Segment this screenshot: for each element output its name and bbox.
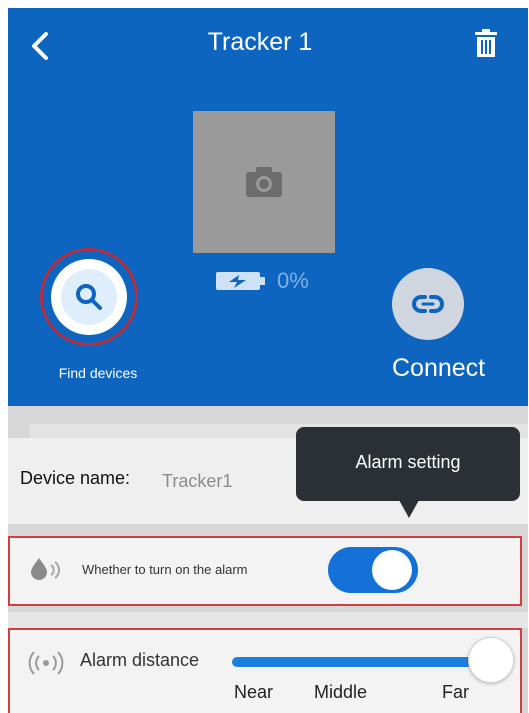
device-name-value[interactable]: Tracker1 bbox=[162, 471, 232, 492]
alarm-distance-row: Alarm distance Near Middle Far bbox=[8, 628, 522, 713]
find-devices-button[interactable] bbox=[40, 248, 154, 346]
alarm-toggle-switch[interactable] bbox=[328, 547, 418, 593]
alarm-distance-slider-track[interactable] bbox=[232, 657, 490, 667]
alarm-toggle-row: Whether to turn on the alarm bbox=[8, 536, 522, 606]
battery-status: 0% bbox=[215, 268, 309, 294]
level-near[interactable]: Near bbox=[234, 682, 273, 703]
find-devices-ring[interactable] bbox=[40, 248, 138, 346]
delete-button[interactable] bbox=[474, 28, 498, 60]
device-photo[interactable] bbox=[193, 111, 335, 253]
page-title: Tracker 1 bbox=[207, 28, 313, 56]
camera-icon bbox=[246, 167, 282, 197]
tooltip-arrow bbox=[399, 500, 419, 518]
alarm-setting-tooltip: Alarm setting bbox=[296, 427, 520, 501]
signal-waves-icon bbox=[28, 651, 64, 675]
alarm-distance-slider-thumb[interactable] bbox=[468, 637, 514, 683]
link-icon bbox=[412, 295, 444, 313]
connect-button[interactable] bbox=[392, 268, 464, 340]
find-devices-label[interactable]: Find devices bbox=[38, 365, 158, 381]
toggle-knob bbox=[372, 550, 412, 590]
search-icon bbox=[76, 284, 102, 310]
divider bbox=[8, 612, 528, 628]
find-devices-circle bbox=[61, 269, 117, 325]
level-middle[interactable]: Middle bbox=[314, 682, 367, 703]
device-name-label: Device name: bbox=[20, 468, 131, 488]
level-far[interactable]: Far bbox=[442, 682, 469, 703]
trash-icon bbox=[475, 29, 497, 57]
connect-label[interactable]: Connect bbox=[392, 354, 485, 383]
battery-charging-icon bbox=[216, 272, 265, 290]
find-devices-inner bbox=[51, 259, 127, 335]
battery-percentage: 0% bbox=[277, 268, 309, 293]
tooltip-text: Alarm setting bbox=[355, 452, 461, 472]
alarm-toggle-label: Whether to turn on the alarm bbox=[82, 562, 248, 577]
drop-sound-icon bbox=[31, 558, 60, 580]
alarm-distance-label: Alarm distance bbox=[80, 650, 200, 670]
